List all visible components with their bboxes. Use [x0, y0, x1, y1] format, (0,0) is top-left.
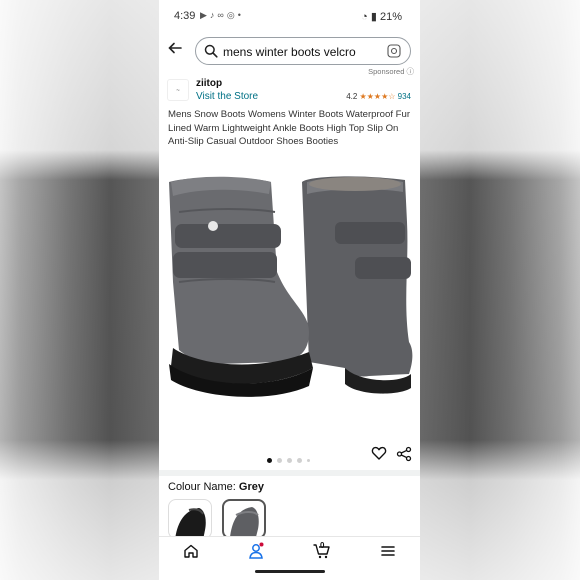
search-input[interactable]: mens winter boots velcro	[195, 37, 411, 65]
notification-icons: ▶♪∞◎•	[200, 10, 244, 21]
carousel-indicator[interactable]	[267, 452, 317, 464]
status-right: ◔ ▮ 21%	[361, 10, 402, 23]
menu-icon[interactable]	[379, 542, 397, 560]
cart-count: 0	[320, 541, 325, 550]
rating-count: 934	[397, 92, 411, 101]
search-query: mens winter boots velcro	[223, 45, 356, 59]
rating-value: 4.2	[346, 92, 358, 101]
search-row: mens winter boots velcro	[159, 36, 420, 66]
share-icon[interactable]	[396, 446, 412, 462]
carousel-dot-1[interactable]	[267, 458, 272, 464]
dot-icon: •	[237, 10, 244, 20]
carousel-dot-2[interactable]	[277, 458, 282, 464]
rating-summary[interactable]: 4.2 ★★★★☆ 934	[346, 92, 411, 101]
star-rating-icon: ★★★★☆	[359, 92, 396, 101]
store-logo[interactable]: ~	[167, 79, 189, 101]
account-icon[interactable]	[247, 542, 265, 560]
wifi-icon: ◔	[361, 11, 368, 23]
brand-name: ziitop	[196, 78, 223, 89]
home-icon[interactable]	[182, 542, 200, 560]
camera-search-icon[interactable]	[387, 44, 401, 58]
instagram-icon: ◎	[226, 10, 238, 20]
youtube-icon: ▶	[200, 10, 210, 20]
battery-icon: ▮	[370, 11, 377, 23]
back-arrow-icon[interactable]	[165, 40, 185, 60]
link-icon: ∞	[217, 10, 227, 20]
sponsored-label[interactable]: Sponsored ⓘ	[368, 66, 414, 77]
section-divider	[159, 470, 420, 476]
phone-screen: 4:39 ▶♪∞◎• ◔ ▮ 21% mens winter boots vel…	[159, 0, 420, 580]
search-icon	[204, 44, 218, 58]
store-row: ~ ziitop Visit the Store 4.2 ★★★★☆ 934	[167, 78, 417, 106]
carousel-dot-4[interactable]	[297, 458, 302, 464]
swatch-grey[interactable]	[222, 499, 266, 539]
carousel-dot-5[interactable]	[307, 459, 310, 463]
selected-colour: Grey	[238, 481, 264, 493]
colour-name: Colour Name: Grey	[168, 481, 264, 493]
boots-image	[169, 176, 413, 397]
swatch-black[interactable]	[168, 499, 212, 539]
cart-button[interactable]: 0	[312, 541, 332, 561]
status-bar: 4:39 ▶♪∞◎• ◔ ▮ 21%	[159, 0, 420, 32]
battery-level: 21%	[379, 11, 402, 23]
status-time: 4:39	[174, 10, 196, 22]
bottom-nav: 0	[159, 536, 420, 567]
gesture-bar[interactable]	[255, 570, 325, 573]
visit-store-link[interactable]: Visit the Store	[196, 91, 258, 102]
heart-icon[interactable]	[371, 445, 387, 461]
product-title: Mens Snow Boots Womens Winter Boots Wate…	[168, 109, 411, 147]
carousel-dot-3[interactable]	[287, 458, 292, 464]
product-image[interactable]	[159, 152, 420, 438]
